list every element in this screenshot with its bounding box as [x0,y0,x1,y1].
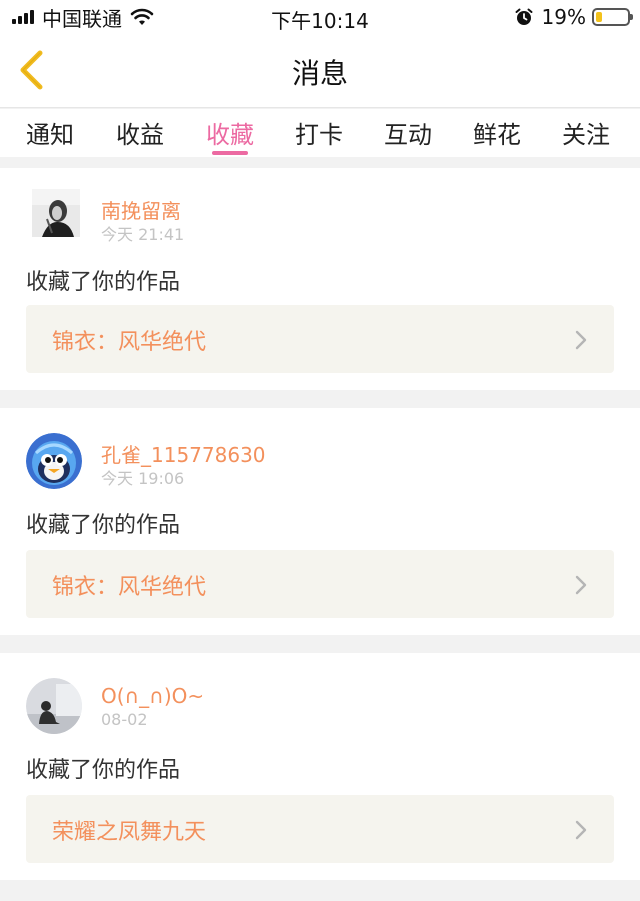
tab-checkin[interactable]: 打卡 [295,115,343,150]
tab-interactions[interactable]: 互动 [384,115,432,150]
work-link[interactable]: 锦衣：风华绝代 [26,550,614,618]
status-bar: 中国联通 下午10:14 19% [0,0,640,34]
username[interactable]: O(∩_∩)O~ [101,684,204,708]
timestamp: 今天 19:06 [101,469,185,488]
timestamp: 08-02 [101,710,148,729]
avatar[interactable] [26,433,82,489]
chevron-right-icon [575,820,587,840]
chevron-right-icon [575,575,587,595]
tab-bar: 通知 收益 收藏 打卡 互动 鲜花 关注 [0,109,640,157]
tab-favorites[interactable]: 收藏 [206,115,254,150]
message-card: 南挽留离 今天 21:41 收藏了你的作品 锦衣：风华绝代 [0,168,640,390]
battery-level [596,12,602,22]
active-tab-indicator [212,151,248,155]
battery-percent: 19% [541,5,586,29]
avatar[interactable] [32,189,80,237]
nav-bar: 消息 [0,34,640,108]
work-link[interactable]: 锦衣：风华绝代 [26,305,614,373]
alarm-icon [515,8,533,25]
tab-follows[interactable]: 关注 [562,115,610,150]
username[interactable]: 孔雀_115778630 [101,439,266,468]
message-card: O(∩_∩)O~ 08-02 收藏了你的作品 荣耀之凤舞九天 [0,653,640,880]
action-text: 收藏了你的作品 [26,513,181,538]
action-text: 收藏了你的作品 [26,270,181,295]
message-card: 孔雀_115778630 今天 19:06 收藏了你的作品 锦衣：风华绝代 [0,408,640,635]
timestamp: 今天 21:41 [101,225,185,244]
tab-earnings[interactable]: 收益 [116,115,164,150]
username[interactable]: 南挽留离 [101,195,181,224]
work-title: 锦衣：风华绝代 [52,330,207,355]
work-link[interactable]: 荣耀之凤舞九天 [26,795,614,863]
page-title: 消息 [291,57,348,90]
chevron-right-icon [575,330,587,350]
work-title: 锦衣：风华绝代 [52,575,207,600]
tab-flowers[interactable]: 鲜花 [473,115,521,150]
work-title: 荣耀之凤舞九天 [52,820,207,845]
action-text: 收藏了你的作品 [26,758,181,783]
battery-icon [592,8,633,26]
tab-notifications[interactable]: 通知 [26,115,74,150]
avatar[interactable] [26,678,82,734]
